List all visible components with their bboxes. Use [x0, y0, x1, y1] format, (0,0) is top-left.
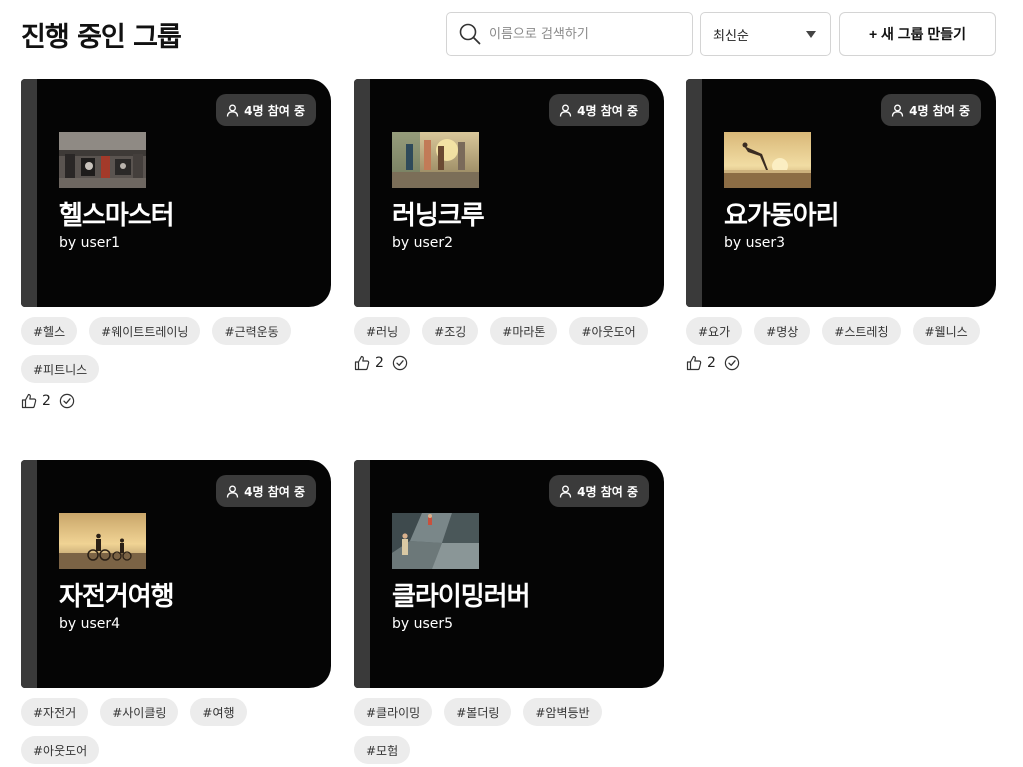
participants-badge: 4명 참여 중: [549, 94, 649, 126]
new-group-button[interactable]: + 새 그룹 만들기: [839, 12, 996, 56]
group-author: by user2: [392, 235, 454, 251]
tag-list: #클라이밍 #볼더링 #암벽등반 #모험: [354, 698, 664, 764]
person-icon: [226, 104, 239, 117]
tag[interactable]: #아웃도어: [569, 317, 648, 345]
like-button[interactable]: 2: [21, 393, 51, 409]
group-thumbnail: [59, 513, 146, 569]
group-card[interactable]: 4명 참여 중 러닝크루 by user2: [354, 79, 664, 307]
card-spine: [354, 79, 370, 307]
card-footer: 2: [686, 353, 996, 373]
tag-list: #자전거 #사이클링 #여행 #아웃도어: [21, 698, 331, 764]
participants-count: 4명 참여 중: [577, 103, 638, 118]
tag[interactable]: #명상: [754, 317, 811, 345]
tag[interactable]: #모험: [354, 736, 411, 764]
thumbs-up-icon: [686, 355, 702, 371]
tag[interactable]: #러닝: [354, 317, 411, 345]
group-card-wrap: 4명 참여 중 헬스마스터 by user1 #헬스 #웨이트트레이닝 #근력운…: [21, 79, 331, 411]
group-author: by user3: [724, 235, 786, 251]
thumbs-up-icon: [21, 393, 37, 409]
tag[interactable]: #암벽등반: [523, 698, 602, 726]
participants-badge: 4명 참여 중: [216, 475, 316, 507]
group-title: 요가동아리: [724, 201, 840, 231]
tag[interactable]: #근력운동: [212, 317, 291, 345]
group-title: 러닝크루: [392, 201, 485, 231]
group-card-wrap: 4명 참여 중 요가동아리 by user3 #요가 #명상 #스트레칭 #웰니…: [686, 79, 996, 373]
tag-list: #러닝 #조깅 #마라톤 #아웃도어: [354, 317, 664, 345]
tag[interactable]: #클라이밍: [354, 698, 433, 726]
group-thumbnail: [392, 132, 479, 188]
tag[interactable]: #웰니스: [912, 317, 980, 345]
chevron-down-icon: [806, 30, 816, 38]
yoga-photo: [724, 132, 811, 188]
gym-photo: [59, 132, 146, 188]
group-card[interactable]: 4명 참여 중 자전거여행 by user4: [21, 460, 331, 688]
group-title: 클라이밍러버: [392, 582, 531, 612]
like-button[interactable]: 2: [354, 355, 384, 371]
card-spine: [686, 79, 702, 307]
tag[interactable]: #여행: [190, 698, 247, 726]
sort-select-value: 최신순: [713, 28, 749, 44]
participants-count: 4명 참여 중: [244, 103, 305, 118]
group-title: 헬스마스터: [59, 201, 175, 231]
group-author: by user4: [59, 616, 121, 632]
tag[interactable]: #자전거: [21, 698, 89, 726]
tag[interactable]: #헬스: [21, 317, 78, 345]
group-card[interactable]: 4명 참여 중 클라이밍러버 by user5: [354, 460, 664, 688]
group-card-wrap: 4명 참여 중 클라이밍러버 by user5 #클라이밍 #볼더링 #암벽등반…: [354, 460, 664, 767]
tag[interactable]: #마라톤: [490, 317, 558, 345]
tag[interactable]: #웨이트트레이닝: [89, 317, 201, 345]
search-input[interactable]: [489, 26, 679, 42]
running-photo: [392, 132, 479, 188]
check-circle-icon[interactable]: [724, 355, 740, 371]
group-card[interactable]: 4명 참여 중 요가동아리 by user3: [686, 79, 996, 307]
tag-list: #헬스 #웨이트트레이닝 #근력운동 #피트니스: [21, 317, 331, 383]
search-icon: [459, 23, 481, 45]
participants-badge: 4명 참여 중: [216, 94, 316, 126]
group-author: by user5: [392, 616, 454, 632]
tag[interactable]: #피트니스: [21, 355, 100, 383]
group-card[interactable]: 4명 참여 중 헬스마스터 by user1: [21, 79, 331, 307]
thumbs-up-icon: [354, 355, 370, 371]
person-icon: [226, 485, 239, 498]
sort-select[interactable]: 최신순: [700, 12, 831, 56]
group-card-wrap: 4명 참여 중 러닝크루 by user2 #러닝 #조깅 #마라톤 #아웃도어…: [354, 79, 664, 373]
like-count: 2: [707, 355, 716, 371]
participants-count: 4명 참여 중: [577, 484, 638, 499]
check-circle-icon[interactable]: [392, 355, 408, 371]
participants-count: 4명 참여 중: [244, 484, 305, 499]
like-count: 2: [42, 393, 51, 409]
cycling-photo: [59, 513, 146, 569]
page-title: 진행 중인 그룹: [21, 22, 182, 53]
card-footer: 2: [354, 353, 664, 373]
person-icon: [559, 104, 572, 117]
participants-badge: 4명 참여 중: [881, 94, 981, 126]
group-thumbnail: [392, 513, 479, 569]
card-spine: [354, 460, 370, 688]
climbing-photo: [392, 513, 479, 569]
participants-count: 4명 참여 중: [909, 103, 970, 118]
like-button[interactable]: 2: [686, 355, 716, 371]
tag-list: #요가 #명상 #스트레칭 #웰니스: [686, 317, 996, 345]
card-spine: [21, 460, 37, 688]
group-author: by user1: [59, 235, 121, 251]
search-box[interactable]: [446, 12, 693, 56]
tag[interactable]: #사이클링: [100, 698, 179, 726]
group-card-wrap: 4명 참여 중 자전거여행 by user4 #자전거 #사이클링 #여행 #아…: [21, 460, 331, 767]
tag[interactable]: #아웃도어: [21, 736, 100, 764]
group-thumbnail: [724, 132, 811, 188]
tag[interactable]: #스트레칭: [822, 317, 901, 345]
person-icon: [559, 485, 572, 498]
group-thumbnail: [59, 132, 146, 188]
like-count: 2: [375, 355, 384, 371]
card-footer: 2: [21, 391, 331, 411]
check-circle-icon[interactable]: [59, 393, 75, 409]
tag[interactable]: #볼더링: [444, 698, 512, 726]
person-icon: [891, 104, 904, 117]
group-title: 자전거여행: [59, 582, 175, 612]
tag[interactable]: #요가: [686, 317, 743, 345]
tag[interactable]: #조깅: [422, 317, 479, 345]
card-spine: [21, 79, 37, 307]
participants-badge: 4명 참여 중: [549, 475, 649, 507]
